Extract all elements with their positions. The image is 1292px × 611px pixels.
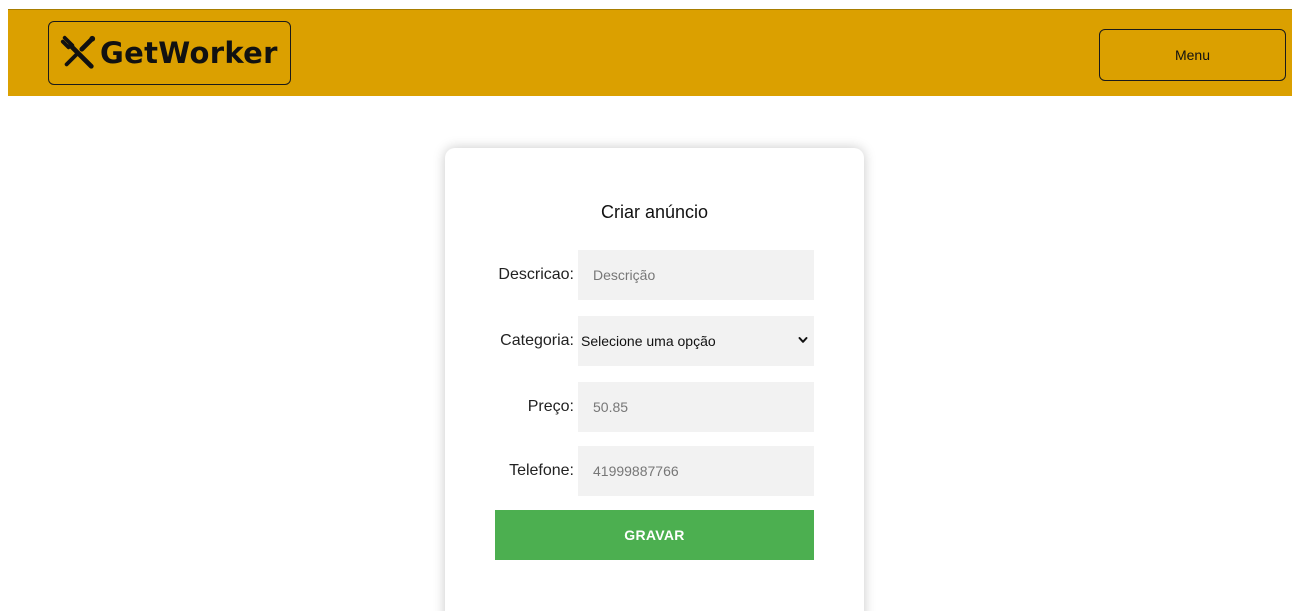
telefone-label: Telefone: [509, 462, 574, 479]
categoria-label: Categoria: [500, 332, 574, 349]
categoria-select[interactable]: Selecione uma opção [578, 316, 814, 366]
telefone-input[interactable] [578, 446, 814, 496]
logo-text: GetWorker [100, 36, 278, 70]
preco-label: Preço: [527, 398, 574, 415]
menu-button[interactable]: Menu [1099, 29, 1286, 81]
tools-icon [60, 35, 96, 69]
card-title: Criar anúncio [600, 202, 709, 222]
row-categoria: Categoria: Selecione uma opção [445, 316, 864, 366]
preco-input[interactable] [578, 382, 814, 432]
header-bar: GetWorker Menu [8, 9, 1292, 96]
chevron-down-icon [798, 337, 808, 343]
page: GetWorker Menu Criar anúncio Descricao: … [0, 0, 1292, 611]
row-telefone: Telefone: [445, 446, 864, 496]
descricao-label: Descricao: [498, 266, 574, 283]
gravar-button[interactable]: GRAVAR [495, 510, 814, 560]
create-ad-card: Criar anúncio Descricao: Categoria: Sele… [445, 148, 864, 611]
logo[interactable]: GetWorker [48, 21, 291, 85]
row-descricao: Descricao: [445, 250, 864, 300]
categoria-selected-value: Selecione uma opção [581, 333, 716, 349]
descricao-input[interactable] [578, 250, 814, 300]
row-preco: Preço: [445, 382, 864, 432]
